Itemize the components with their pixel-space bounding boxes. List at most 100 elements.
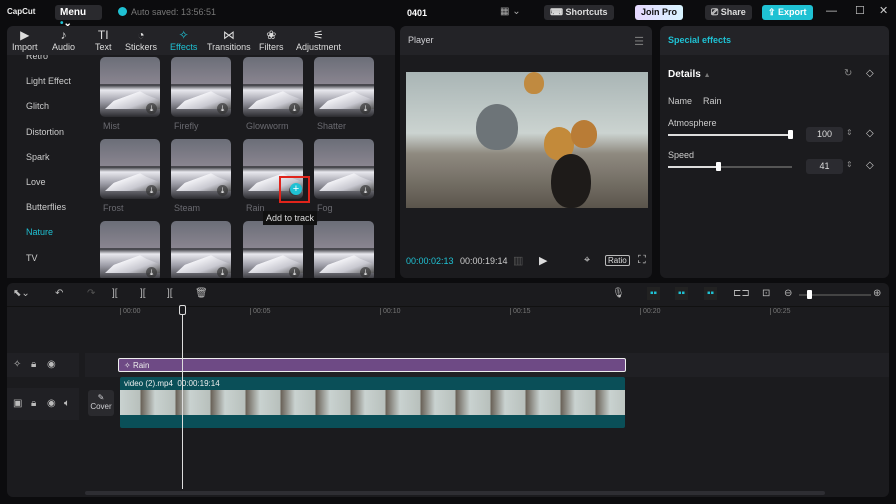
total-time: 00:00:19:14 bbox=[460, 256, 508, 266]
effect-thumb[interactable]: ⤓ bbox=[243, 221, 303, 278]
zoom-out-icon[interactable]: ⊖ bbox=[784, 288, 792, 299]
category-butterflies[interactable]: Butterflies bbox=[26, 202, 66, 212]
playhead-handle[interactable] bbox=[179, 305, 186, 315]
effect-thumb[interactable]: ⤓ bbox=[171, 221, 231, 278]
time-tick: 00:10 bbox=[380, 308, 401, 315]
fit-icon[interactable]: ⊡ bbox=[762, 288, 770, 299]
category-nature[interactable]: Nature bbox=[26, 227, 53, 237]
play-button[interactable]: ▶ bbox=[539, 254, 547, 267]
tab-adjustment[interactable]: ⚟ Adjustment bbox=[296, 28, 341, 52]
zoom-in-icon[interactable]: ⊕ bbox=[873, 288, 881, 299]
undo-icon[interactable]: ↶ bbox=[55, 288, 63, 299]
effect-thumb[interactable]: ⤓ bbox=[314, 221, 374, 278]
main-track-magnet-icon[interactable]: ▪▪ bbox=[647, 287, 661, 300]
split-right-icon[interactable]: ][ bbox=[167, 288, 173, 299]
transitions-icon: ⋈ bbox=[222, 28, 235, 42]
tab-transitions[interactable]: ⋈ Transitions bbox=[207, 28, 251, 52]
audio-mute-icon[interactable]: 🔈︎ bbox=[64, 398, 70, 409]
speed-slider[interactable] bbox=[668, 166, 792, 168]
playhead[interactable] bbox=[182, 307, 183, 489]
split-icon[interactable]: ][ bbox=[112, 288, 118, 299]
timeline-scrollbar[interactable] bbox=[85, 491, 825, 495]
atmosphere-knob[interactable] bbox=[788, 130, 793, 139]
details-heading[interactable]: Details ▲ bbox=[668, 69, 711, 80]
eye-icon[interactable]: ◉ bbox=[47, 398, 56, 409]
redo-icon[interactable]: ↷ bbox=[87, 288, 95, 299]
linkage-icon[interactable]: ▪▪ bbox=[704, 287, 718, 300]
download-icon[interactable]: ⤓ bbox=[360, 103, 371, 114]
microphone-icon[interactable]: 🎙 bbox=[612, 288, 625, 299]
effect-thumb[interactable]: ⤓ bbox=[243, 57, 303, 117]
reset-icon[interactable]: ↻ bbox=[844, 68, 852, 79]
speed-input[interactable]: 41 bbox=[806, 159, 843, 174]
select-tool-icon[interactable]: ⬉⌄ bbox=[13, 288, 30, 299]
share-button[interactable]: ⎚ Share bbox=[705, 5, 752, 20]
effect-clip-rain[interactable]: ✧ Rain bbox=[118, 358, 626, 372]
effect-thumb[interactable]: ⤓ bbox=[171, 139, 231, 199]
download-icon[interactable]: ⤓ bbox=[217, 267, 228, 278]
download-icon[interactable]: ⤓ bbox=[360, 267, 371, 278]
effect-thumb[interactable]: ⤓ bbox=[100, 221, 160, 278]
layout-icon[interactable]: ▦ ⌄ bbox=[500, 6, 521, 17]
effect-thumb[interactable]: ⤓ bbox=[314, 139, 374, 199]
atmosphere-stepper[interactable]: ⇕ bbox=[846, 128, 853, 137]
effect-thumb[interactable]: ⤓ bbox=[100, 57, 160, 117]
tab-stickers[interactable]: ◔ Stickers bbox=[125, 28, 157, 52]
effect-thumb[interactable]: ⤓ bbox=[100, 139, 160, 199]
close-icon[interactable]: ✕ bbox=[879, 4, 888, 17]
zoom-knob[interactable] bbox=[807, 290, 812, 299]
minimize-icon[interactable]: — bbox=[826, 5, 837, 17]
hamburger-icon[interactable]: ☰ bbox=[634, 35, 644, 48]
download-icon[interactable]: ⤓ bbox=[217, 185, 228, 196]
category-love[interactable]: Love bbox=[26, 177, 46, 187]
effect-thumb[interactable]: ⤓ bbox=[171, 57, 231, 117]
lock-icon[interactable]: 🔒︎ bbox=[31, 398, 36, 409]
category-spark[interactable]: Spark bbox=[26, 152, 50, 162]
tab-filters[interactable]: ❀ Filters bbox=[259, 28, 284, 52]
download-icon[interactable]: ⤓ bbox=[146, 103, 157, 114]
download-icon[interactable]: ⤓ bbox=[217, 103, 228, 114]
category-light-effect[interactable]: Light Effect bbox=[26, 76, 71, 86]
tab-text[interactable]: TI Text bbox=[95, 28, 112, 52]
keyframe-icon[interactable]: ◇ bbox=[866, 68, 874, 79]
text-icon: TI bbox=[97, 28, 109, 42]
category-distortion[interactable]: Distortion bbox=[26, 127, 64, 137]
preview-axis-icon[interactable]: ⊏⊐ bbox=[733, 288, 750, 299]
add-to-track-button[interactable]: + bbox=[290, 183, 302, 195]
speed-knob[interactable] bbox=[716, 162, 721, 171]
atmosphere-input[interactable]: 100 bbox=[806, 127, 843, 142]
shortcuts-button[interactable]: ⌨ Shortcuts bbox=[544, 5, 614, 20]
eye-icon[interactable]: ◉ bbox=[47, 359, 56, 370]
ratio-button[interactable]: Ratio bbox=[605, 255, 630, 266]
timeline-grid-icon[interactable]: ▥ bbox=[513, 254, 523, 267]
category-tv[interactable]: TV bbox=[26, 253, 38, 263]
maximize-icon[interactable]: ☐ bbox=[855, 4, 865, 17]
fullscreen-icon[interactable]: ⛶ bbox=[638, 254, 646, 267]
keyframe-icon[interactable]: ◇ bbox=[866, 160, 874, 171]
video-clip[interactable]: video (2).mp4 00:00:19:14 bbox=[120, 377, 625, 428]
category-retro[interactable]: Retro bbox=[26, 55, 48, 61]
join-pro-button[interactable]: Join Pro bbox=[635, 5, 684, 20]
download-icon[interactable]: ⤓ bbox=[146, 267, 157, 278]
category-glitch[interactable]: Glitch bbox=[26, 101, 49, 111]
tab-audio[interactable]: ♪ Audio bbox=[52, 28, 75, 52]
atmosphere-slider[interactable] bbox=[668, 134, 792, 136]
split-left-icon[interactable]: ][ bbox=[140, 288, 146, 299]
speed-stepper[interactable]: ⇕ bbox=[846, 160, 853, 169]
effect-thumb[interactable]: ⤓ bbox=[314, 57, 374, 117]
lock-icon[interactable]: 🔒︎ bbox=[31, 359, 36, 370]
download-icon[interactable]: ⤓ bbox=[289, 103, 300, 114]
download-icon[interactable]: ⤓ bbox=[360, 185, 371, 196]
delete-icon[interactable]: 🗑 bbox=[195, 288, 208, 299]
export-button[interactable]: ⇪ Export bbox=[762, 5, 813, 20]
screenshot-icon[interactable]: ⌖ bbox=[584, 254, 590, 267]
menu-button[interactable]: Menu •⌄ bbox=[55, 5, 102, 29]
tab-import[interactable]: ▶ Import bbox=[12, 28, 38, 52]
keyframe-icon[interactable]: ◇ bbox=[866, 128, 874, 139]
tab-effects[interactable]: ✧ Effects bbox=[170, 28, 197, 52]
download-icon[interactable]: ⤓ bbox=[146, 185, 157, 196]
atmosphere-label: Atmosphere bbox=[668, 118, 717, 128]
download-icon[interactable]: ⤓ bbox=[289, 267, 300, 278]
auto-snap-icon[interactable]: ▪▪ bbox=[675, 287, 689, 300]
cover-button[interactable]: ✎ Cover bbox=[88, 390, 114, 416]
